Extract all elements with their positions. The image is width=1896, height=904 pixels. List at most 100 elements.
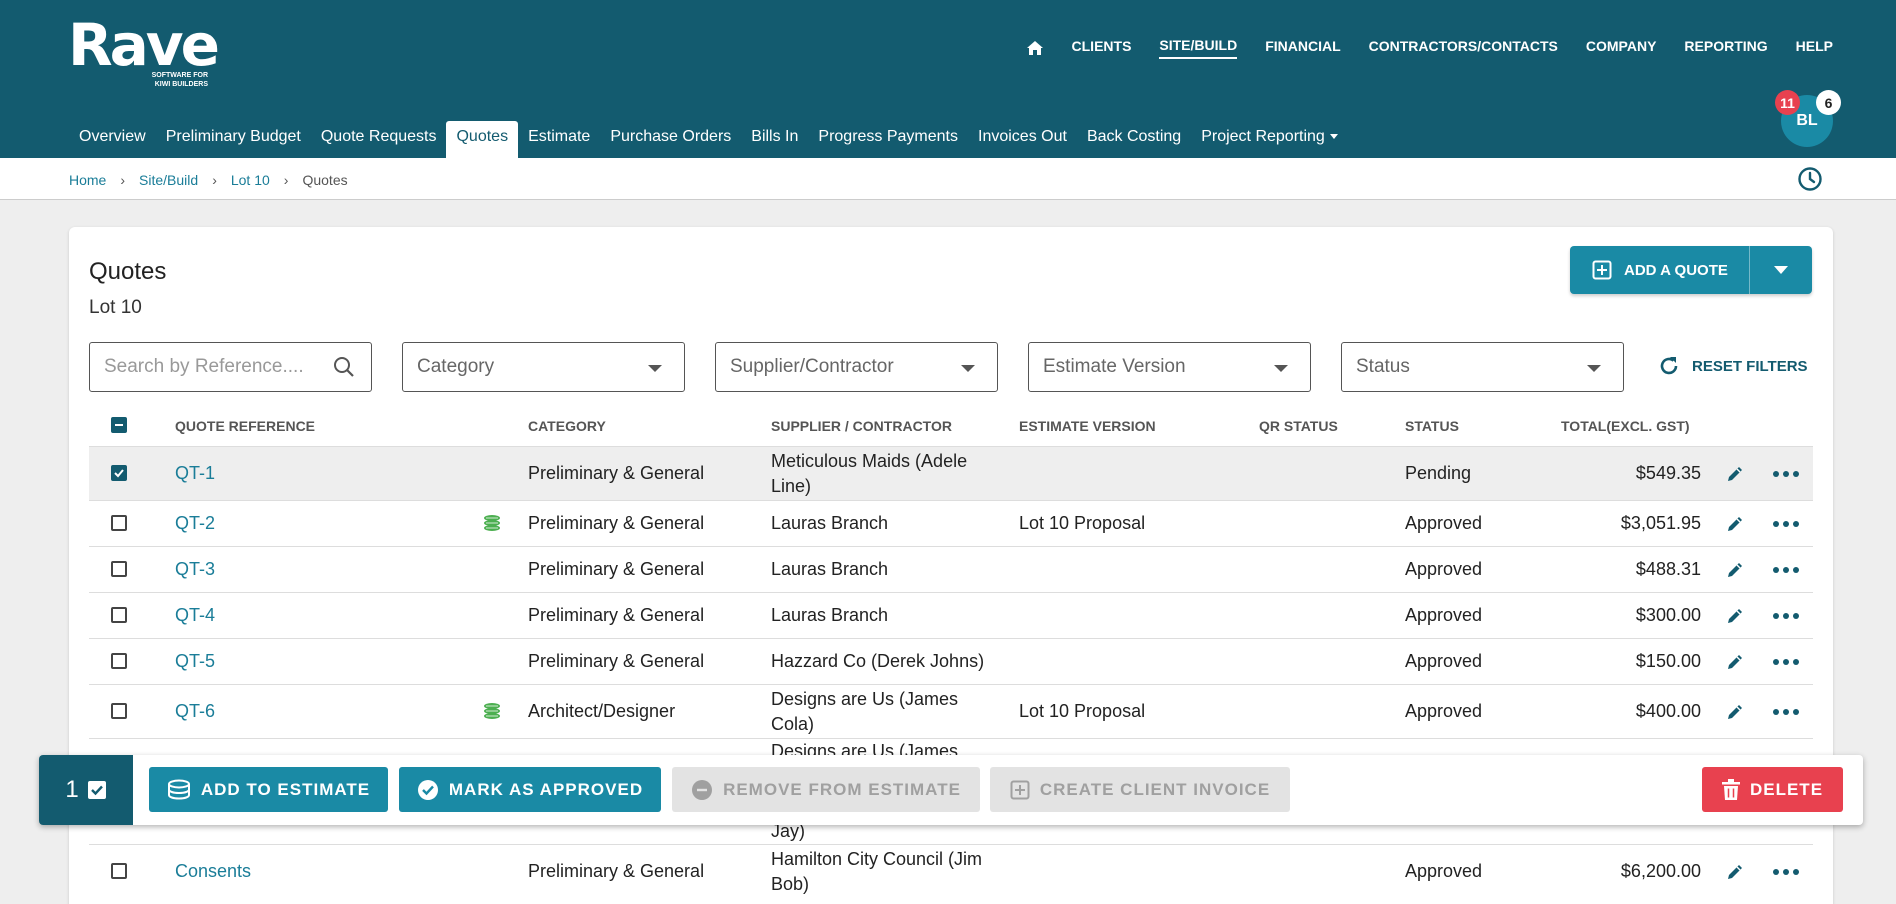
category-cell: Preliminary & General	[528, 651, 705, 671]
edit-pencil-icon[interactable]	[1725, 514, 1745, 534]
tab-quotes[interactable]: Quotes	[446, 121, 519, 158]
more-actions-icon[interactable]	[1773, 521, 1799, 527]
more-actions-icon[interactable]	[1773, 567, 1799, 573]
row-checkbox[interactable]	[111, 515, 127, 531]
table-row[interactable]: Consents Preliminary & General Hamilton …	[89, 844, 1813, 898]
search-input[interactable]: Search by Reference....	[89, 342, 372, 392]
quote-reference-link[interactable]: Consents	[175, 859, 251, 884]
header-supplier[interactable]: SUPPLIER / CONTRACTOR	[771, 418, 952, 434]
status-cell: Approved	[1405, 701, 1483, 721]
category-cell: Architect/Designer	[528, 701, 676, 721]
supplier-select[interactable]: Supplier/Contractor	[715, 342, 998, 392]
breadcrumb-current: Quotes	[302, 172, 348, 188]
breadcrumb-site-build[interactable]: Site/Build	[139, 172, 198, 188]
table-row[interactable]: QT-3 Preliminary & General Lauras Branch…	[89, 546, 1813, 592]
quote-reference-link[interactable]: QT-4	[175, 603, 215, 628]
row-checkbox[interactable]	[111, 607, 127, 623]
nav-company[interactable]: COMPANY	[1586, 38, 1657, 58]
row-checkbox[interactable]	[111, 863, 127, 879]
edit-pencil-icon[interactable]	[1725, 606, 1745, 626]
edit-pencil-icon[interactable]	[1725, 652, 1745, 672]
supplier-cell: Meticulous Maids (Adele Line)	[771, 451, 968, 496]
estimate-version-select[interactable]: Estimate Version	[1028, 342, 1311, 392]
nav-clients[interactable]: CLIENTS	[1072, 38, 1132, 58]
tab-purchase-orders[interactable]: Purchase Orders	[600, 121, 741, 158]
tab-progress-payments[interactable]: Progress Payments	[808, 121, 968, 158]
table-row[interactable]: QT-4 Preliminary & General Lauras Branch…	[89, 592, 1813, 638]
more-actions-icon[interactable]	[1773, 613, 1799, 619]
quote-reference-link[interactable]: QT-1	[175, 461, 215, 486]
status-select[interactable]: Status	[1341, 342, 1624, 392]
message-badge[interactable]: 6	[1816, 90, 1841, 115]
remove-from-estimate-button[interactable]: REMOVE FROM ESTIMATE	[672, 767, 980, 812]
add-quote-button[interactable]: ADD A QUOTE	[1570, 246, 1750, 294]
tab-quote-requests[interactable]: Quote Requests	[311, 121, 447, 158]
breadcrumb-lot[interactable]: Lot 10	[231, 172, 270, 188]
tab-project-reporting[interactable]: Project Reporting	[1191, 121, 1348, 158]
page-subtitle: Lot 10	[89, 297, 142, 318]
category-select-label: Category	[417, 356, 495, 377]
edit-pencil-icon[interactable]	[1725, 862, 1745, 882]
select-all-checkbox[interactable]	[111, 417, 127, 433]
status-cell: Approved	[1405, 861, 1483, 881]
trash-icon	[1721, 778, 1740, 800]
quote-reference-link[interactable]: QT-5	[175, 649, 215, 674]
reset-filters-button[interactable]: RESET FILTERS	[1658, 355, 1808, 377]
table-row[interactable]: QT-6 Architect/Designer Designs are Us (…	[89, 684, 1813, 738]
tab-estimate[interactable]: Estimate	[518, 121, 600, 158]
more-actions-icon[interactable]	[1773, 471, 1799, 477]
home-icon[interactable]	[1026, 40, 1044, 56]
nav-site-build[interactable]: SITE/BUILD	[1159, 37, 1238, 59]
category-select[interactable]: Category	[402, 342, 685, 392]
status-cell: Pending	[1405, 463, 1472, 483]
add-to-estimate-button[interactable]: ADD TO ESTIMATE	[149, 767, 388, 812]
more-actions-icon[interactable]	[1773, 709, 1799, 715]
header-category[interactable]: CATEGORY	[528, 418, 606, 434]
header-status[interactable]: STATUS	[1405, 418, 1459, 434]
header-qr-status[interactable]: QR STATUS	[1259, 418, 1338, 434]
more-actions-icon[interactable]	[1773, 659, 1799, 665]
row-checkbox[interactable]	[111, 703, 127, 719]
tab-invoices-out[interactable]: Invoices Out	[968, 121, 1077, 158]
tab-overview[interactable]: Overview	[69, 121, 156, 158]
create-client-invoice-button[interactable]: CREATE CLIENT INVOICE	[990, 767, 1290, 812]
delete-button[interactable]: DELETE	[1702, 767, 1843, 812]
chevron-right-icon: ›	[120, 172, 126, 188]
row-checkbox[interactable]	[111, 561, 127, 577]
nav-financial[interactable]: FINANCIAL	[1265, 38, 1340, 58]
quote-reference-link[interactable]: QT-2	[175, 511, 215, 536]
check-circle-icon	[417, 779, 438, 800]
category-cell: Preliminary & General	[528, 861, 705, 881]
breadcrumb-home[interactable]: Home	[69, 172, 106, 188]
header-total[interactable]: TOTAL(EXCL. GST)	[1561, 418, 1690, 434]
table-row[interactable]: QT-1 Preliminary & General Meticulous Ma…	[89, 446, 1813, 500]
row-checkbox[interactable]	[111, 653, 127, 669]
row-checkbox[interactable]	[111, 465, 127, 481]
table-row[interactable]: QT-5 Preliminary & General Hazzard Co (D…	[89, 638, 1813, 684]
tab-project-reporting-label: Project Reporting	[1201, 128, 1325, 145]
nav-contractors-contacts[interactable]: CONTRACTORS/CONTACTS	[1369, 38, 1558, 58]
quote-reference-link[interactable]: QT-3	[175, 557, 215, 582]
rave-logo[interactable]: Rave SOFTWARE FOR KIWI BUILDERS	[68, 16, 220, 88]
notification-badge[interactable]: 11	[1775, 90, 1800, 115]
category-cell: Preliminary & General	[528, 559, 705, 579]
tab-preliminary-budget[interactable]: Preliminary Budget	[156, 121, 311, 158]
nav-help[interactable]: HELP	[1796, 38, 1833, 58]
header-estimate-version[interactable]: ESTIMATE VERSION	[1019, 418, 1156, 434]
more-actions-icon[interactable]	[1773, 869, 1799, 875]
history-clock-icon[interactable]	[1797, 166, 1823, 192]
edit-pencil-icon[interactable]	[1725, 464, 1745, 484]
quote-reference-link[interactable]: QT-6	[175, 699, 215, 724]
table-row[interactable]: QT-2 Preliminary & General Lauras Branch…	[89, 500, 1813, 546]
edit-pencil-icon[interactable]	[1725, 702, 1745, 722]
tab-back-costing[interactable]: Back Costing	[1077, 121, 1191, 158]
tab-bills-in[interactable]: Bills In	[741, 121, 808, 158]
mark-as-approved-button[interactable]: MARK AS APPROVED	[399, 767, 661, 812]
caret-down-icon	[1774, 266, 1788, 274]
header-quote-reference[interactable]: QUOTE REFERENCE	[175, 418, 315, 434]
add-quote-dropdown[interactable]	[1750, 266, 1812, 274]
coins-estimate-icon	[484, 703, 500, 719]
edit-pencil-icon[interactable]	[1725, 560, 1745, 580]
main-nav: CLIENTS SITE/BUILD FINANCIAL CONTRACTORS…	[1026, 37, 1833, 59]
nav-reporting[interactable]: REPORTING	[1684, 38, 1767, 58]
